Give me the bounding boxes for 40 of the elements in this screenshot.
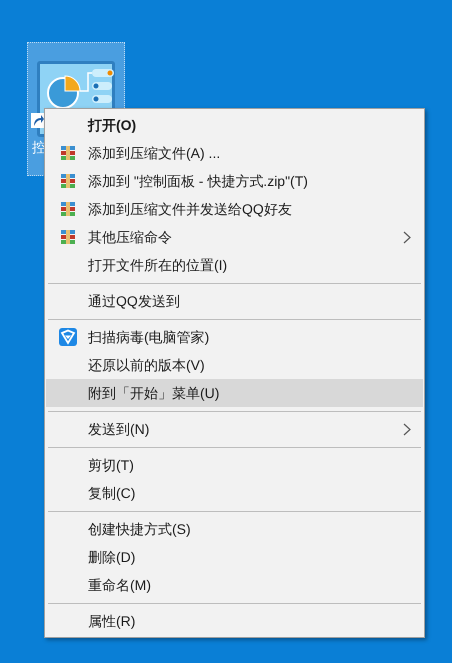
archive-icon — [60, 229, 76, 245]
menu-item[interactable]: 重命名(M) — [46, 571, 423, 599]
archive-icon — [60, 201, 76, 217]
menu-item-label: 扫描病毒(电脑管家) — [88, 328, 210, 347]
menu-item[interactable]: 打开(O) — [46, 111, 423, 139]
menu-item[interactable]: 发送到(N) — [46, 415, 423, 443]
menu-item-label: 通过QQ发送到 — [88, 292, 180, 311]
menu-item-label: 添加到压缩文件(A) ... — [88, 144, 220, 163]
menu-item-label: 添加到压缩文件并发送给QQ好友 — [88, 200, 292, 219]
menu-item-label: 打开(O) — [88, 116, 136, 135]
menu-item[interactable]: 还原以前的版本(V) — [46, 351, 423, 379]
menu-item[interactable]: 剪切(T) — [46, 451, 423, 479]
menu-item-label: 附到「开始」菜单(U) — [88, 384, 220, 403]
menu-item-label: 打开文件所在的位置(I) — [88, 256, 228, 275]
menu-item[interactable]: 属性(R) — [46, 607, 423, 635]
menu-item-label: 剪切(T) — [88, 456, 134, 475]
menu-item-label: 还原以前的版本(V) — [88, 356, 205, 375]
menu-item-label: 创建快捷方式(S) — [88, 520, 191, 539]
menu-item[interactable]: 添加到 "控制面板 - 快捷方式.zip"(T) — [46, 167, 423, 195]
menu-item[interactable]: 打开文件所在的位置(I) — [46, 251, 423, 279]
menu-item[interactable]: 创建快捷方式(S) — [46, 515, 423, 543]
shield-icon — [58, 328, 76, 346]
menu-item[interactable]: 附到「开始」菜单(U) — [46, 379, 423, 407]
menu-item-label: 发送到(N) — [88, 420, 150, 439]
menu-item-label: 重命名(M) — [88, 576, 151, 595]
menu-item-label: 复制(C) — [88, 484, 136, 503]
archive-icon — [60, 173, 76, 189]
archive-icon — [60, 145, 76, 161]
menu-item[interactable]: 扫描病毒(电脑管家) — [46, 323, 423, 351]
menu-item[interactable]: 其他压缩命令 — [46, 223, 423, 251]
menu-item[interactable]: 添加到压缩文件(A) ... — [46, 139, 423, 167]
menu-item[interactable]: 添加到压缩文件并发送给QQ好友 — [46, 195, 423, 223]
menu-item-label: 添加到 "控制面板 - 快捷方式.zip"(T) — [88, 172, 308, 191]
menu-item[interactable]: 复制(C) — [46, 479, 423, 507]
shortcut-arrow-icon — [31, 113, 45, 128]
menu-item[interactable]: 删除(D) — [46, 543, 423, 571]
menu-item-label: 其他压缩命令 — [88, 228, 172, 246]
menu-item-label: 属性(R) — [88, 612, 136, 631]
menu-item-label: 删除(D) — [88, 548, 136, 567]
menu-item[interactable]: 通过QQ发送到 — [46, 287, 423, 315]
